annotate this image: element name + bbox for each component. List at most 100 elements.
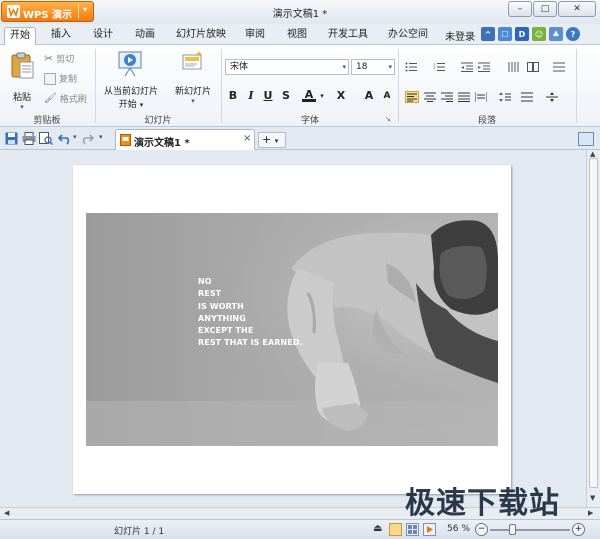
copy-button[interactable]: 复制 (44, 72, 77, 85)
paste-button[interactable]: 粘贴 ▾ (6, 51, 38, 111)
font-dialog-launcher-icon[interactable]: ↘ (385, 115, 391, 123)
tab-developer[interactable]: 开发工具 (322, 27, 374, 45)
zoom-slider[interactable] (490, 529, 570, 531)
play-from-current-button[interactable]: 从当前幻灯片 开始 ▾ (99, 49, 163, 110)
ribbon-home: 粘贴 ▾ ✂ 剪切 复制 🖌 格式刷 剪贴板 从当前幻灯片 开始 ▾ 新幻灯片 … (0, 45, 600, 127)
numbered-list-icon[interactable]: 12 (433, 62, 445, 72)
undo-dropdown-icon[interactable]: ▾ (73, 133, 77, 141)
font-name-select[interactable]: 宋体 ▾ (225, 59, 349, 75)
vertical-scrollbar[interactable]: ▲ ▼ (586, 150, 600, 507)
help-icon[interactable]: ? (566, 27, 580, 41)
slide-sorter-icon[interactable] (406, 523, 419, 536)
vertical-scroll-thumb[interactable] (589, 158, 598, 488)
new-slide-button[interactable]: 新幻灯片 ▾ (170, 49, 216, 105)
clipboard-group-label: 剪贴板 (33, 116, 61, 126)
tab-animation[interactable]: 动画 (128, 27, 162, 45)
share-icon[interactable]: ♣ (549, 27, 563, 41)
quote-line: ANYTHING (198, 313, 246, 323)
tab-insert[interactable]: 插入 (44, 27, 78, 45)
zoom-level[interactable]: 56 % (447, 524, 470, 534)
shrink-font-button[interactable]: A (380, 88, 394, 104)
redo-icon[interactable] (80, 132, 94, 145)
slide-canvas[interactable]: NO REST IS WORTH ANYTHING EXCEPT THE RES… (73, 165, 511, 494)
tab-review[interactable]: 审阅 (238, 27, 272, 45)
save-icon[interactable] (5, 132, 19, 145)
scroll-up-icon[interactable]: ▲ (590, 150, 595, 158)
zoom-in-icon[interactable]: + (572, 523, 585, 536)
play-from-current-label-2: 开始 ▾ (118, 100, 144, 110)
close-button[interactable]: ✕ (558, 1, 596, 17)
skin-icon[interactable]: ☐ (498, 27, 512, 41)
increase-indent-icon[interactable] (478, 62, 490, 72)
slide-editing-area[interactable]: NO REST IS WORTH ANYTHING EXCEPT THE RES… (0, 150, 600, 507)
print-preview-icon[interactable] (39, 132, 53, 145)
clipboard-icon (6, 51, 38, 84)
scroll-down-icon[interactable]: ▼ (590, 494, 595, 502)
header-tool-icons: ^ ☐ D ☺ ♣ ? (481, 27, 580, 41)
quote-line: IS WORTH (198, 301, 244, 311)
align-right-icon[interactable] (441, 92, 453, 102)
slideshow-icon[interactable] (423, 523, 436, 536)
tab-office-space[interactable]: 办公空间 (382, 27, 434, 45)
align-center-icon[interactable] (424, 92, 436, 102)
tab-view[interactable]: 视图 (280, 27, 314, 45)
strikethrough-button[interactable]: S (280, 88, 292, 104)
tab-design[interactable]: 设计 (86, 27, 120, 45)
tab-home[interactable]: 开始 (4, 27, 36, 46)
format-painter-button[interactable]: 🖌 格式刷 (44, 92, 87, 105)
italic-button[interactable]: I (245, 88, 257, 104)
chevron-down-icon[interactable]: ▾ (318, 88, 326, 104)
close-tab-icon[interactable]: × (243, 133, 251, 144)
align-text-icon[interactable] (553, 62, 565, 72)
justify-icon[interactable] (458, 92, 470, 102)
decrease-indent-icon[interactable] (461, 62, 473, 72)
bold-button[interactable]: B (227, 88, 239, 104)
tab-slideshow[interactable]: 幻灯片放映 (170, 27, 232, 45)
paste-dropdown-icon[interactable]: ▾ (6, 103, 38, 111)
customize-toolbar-icon[interactable]: ▾ (99, 133, 103, 141)
grow-font-button[interactable]: A (362, 88, 376, 104)
hide-panes-icon[interactable]: ⏏ (373, 523, 382, 534)
line-spacing-icon[interactable] (499, 92, 511, 102)
minimize-button[interactable]: – (508, 1, 532, 17)
columns-icon[interactable] (527, 62, 539, 72)
zoom-slider-thumb[interactable] (509, 524, 517, 535)
cut-button[interactable]: ✂ 剪切 (44, 52, 74, 65)
scroll-left-icon[interactable]: ◀ (4, 509, 9, 517)
superscript-button[interactable]: X (335, 88, 347, 104)
underline-button[interactable]: U (262, 88, 274, 104)
cut-label: 剪切 (56, 55, 75, 65)
slide-quote-text[interactable]: NO REST IS WORTH ANYTHING EXCEPT THE RES… (198, 276, 303, 350)
doc-icon[interactable]: D (515, 27, 529, 41)
document-tab[interactable]: 演示文稿1 * × (115, 129, 255, 150)
projector-play-icon (99, 49, 163, 82)
distribute-icon[interactable] (475, 92, 487, 102)
scroll-right-icon[interactable]: ▶ (588, 509, 593, 517)
normal-view-icon[interactable] (389, 523, 402, 536)
paragraph-spacing-icon[interactable] (521, 92, 533, 102)
maximize-button[interactable]: □ (533, 1, 557, 17)
undo-icon[interactable] (58, 132, 72, 145)
new-tab-button[interactable]: + ▾ (258, 132, 286, 148)
bullet-list-icon[interactable] (405, 62, 417, 72)
svg-text:2: 2 (433, 66, 435, 70)
login-link[interactable]: 未登录 (445, 28, 475, 43)
vertical-align-icon[interactable] (546, 92, 558, 102)
expand-icon[interactable]: ^ (481, 27, 495, 41)
text-direction-icon[interactable] (507, 62, 519, 72)
task-pane-toggle-icon[interactable] (578, 132, 594, 146)
print-icon[interactable] (22, 132, 36, 145)
font-group-label: 字体 (300, 116, 319, 126)
font-color-button[interactable]: A (302, 88, 316, 102)
menu-bar: 开始 插入 设计 动画 幻灯片放映 审阅 视图 开发工具 办公空间 未登录 ^ … (0, 24, 600, 46)
quote-line: REST (198, 289, 222, 299)
community-icon[interactable]: ☺ (532, 27, 546, 41)
zoom-out-icon[interactable]: − (475, 523, 488, 536)
font-size-select[interactable]: 18 ▾ (351, 59, 395, 75)
watermark-text: 极速下载站 (405, 486, 560, 521)
chevron-down-icon: ▾ (388, 63, 392, 71)
align-left-icon[interactable] (405, 91, 419, 103)
new-slide-dropdown-icon[interactable]: ▾ (170, 97, 216, 105)
font-size-value: 18 (356, 62, 368, 72)
slide-background-photo[interactable]: NO REST IS WORTH ANYTHING EXCEPT THE RES… (86, 213, 498, 446)
